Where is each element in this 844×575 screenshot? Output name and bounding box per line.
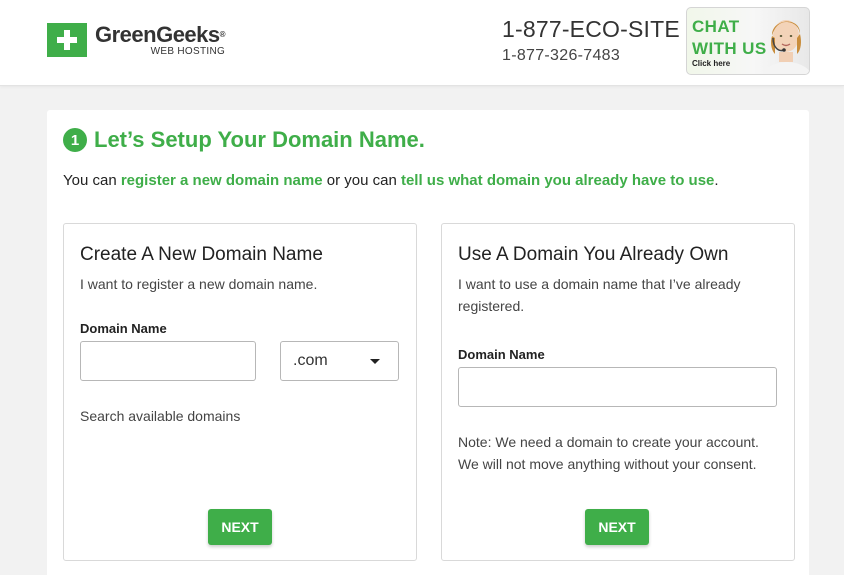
new-domain-input[interactable] <box>80 341 256 381</box>
existing-domain-input[interactable] <box>458 367 777 407</box>
new-domain-title: Create A New Domain Name <box>80 244 323 265</box>
chat-line-1: CHAT <box>692 17 740 36</box>
existing-domain-panel: Use A Domain You Already Own I want to u… <box>441 223 795 561</box>
domain-setup-card: 1 Let’s Setup Your Domain Name. You can … <box>47 110 809 575</box>
greengeeks-plus-logo-icon <box>47 23 87 57</box>
phone-vanity[interactable]: 1-877-ECO-SITE <box>502 16 680 43</box>
note-line-1: Note: We need a domain to create your ac… <box>458 434 759 450</box>
existing-domain-link[interactable]: tell us what domain you already have to … <box>401 172 714 189</box>
logo-registered-mark: ® <box>219 30 226 39</box>
logo-subtitle: WEB HOSTING <box>150 46 226 57</box>
tld-select[interactable]: .com <box>280 341 399 381</box>
new-domain-panel: Create A New Domain Name I want to regis… <box>63 223 417 561</box>
intro-suffix: . <box>714 172 719 189</box>
section-title-row: 1 Let’s Setup Your Domain Name. <box>63 127 425 153</box>
phone-number[interactable]: 1-877-326-7483 <box>502 47 620 65</box>
existing-domain-title: Use A Domain You Already Own <box>458 244 729 265</box>
search-available-domains-link[interactable]: Search available domains <box>80 408 240 424</box>
intro-prefix: You can <box>63 172 121 189</box>
existing-domain-field-label: Domain Name <box>458 347 545 362</box>
tld-selected-value: .com <box>293 352 328 369</box>
new-domain-next-button[interactable]: NEXT <box>208 509 272 545</box>
new-domain-field-label: Domain Name <box>80 321 167 336</box>
existing-domain-note: Note: We need a domain to create your ac… <box>458 431 759 475</box>
greengeeks-logo[interactable]: GreenGeeks® WEB HOSTING <box>47 22 226 58</box>
intro-text: You can register a new domain name or yo… <box>63 172 719 189</box>
existing-domain-next-button[interactable]: NEXT <box>585 509 649 545</box>
existing-domain-description: I want to use a domain name that I’ve al… <box>458 276 741 314</box>
step-number-badge: 1 <box>63 128 87 152</box>
section-title: Let’s Setup Your Domain Name. <box>94 127 425 152</box>
logo-text: GreenGeeks® WEB HOSTING <box>95 22 226 58</box>
chat-click-here: Click here <box>692 59 731 68</box>
new-domain-description: I want to register a new domain name. <box>80 276 318 292</box>
register-new-domain-link[interactable]: register a new domain name <box>121 172 323 189</box>
chat-agent-icon <box>762 20 809 74</box>
note-line-2: We will not move anything without your c… <box>458 456 757 472</box>
site-header: GreenGeeks® WEB HOSTING 1-877-ECO-SITE 1… <box>0 0 844 86</box>
logo-name: GreenGeeks <box>95 22 220 47</box>
chat-line-2: WITH US <box>692 39 767 58</box>
chevron-down-icon <box>370 359 380 364</box>
intro-middle: or you can <box>322 172 401 189</box>
chat-with-us-button[interactable]: CHAT WITH US Click here <box>686 7 810 75</box>
